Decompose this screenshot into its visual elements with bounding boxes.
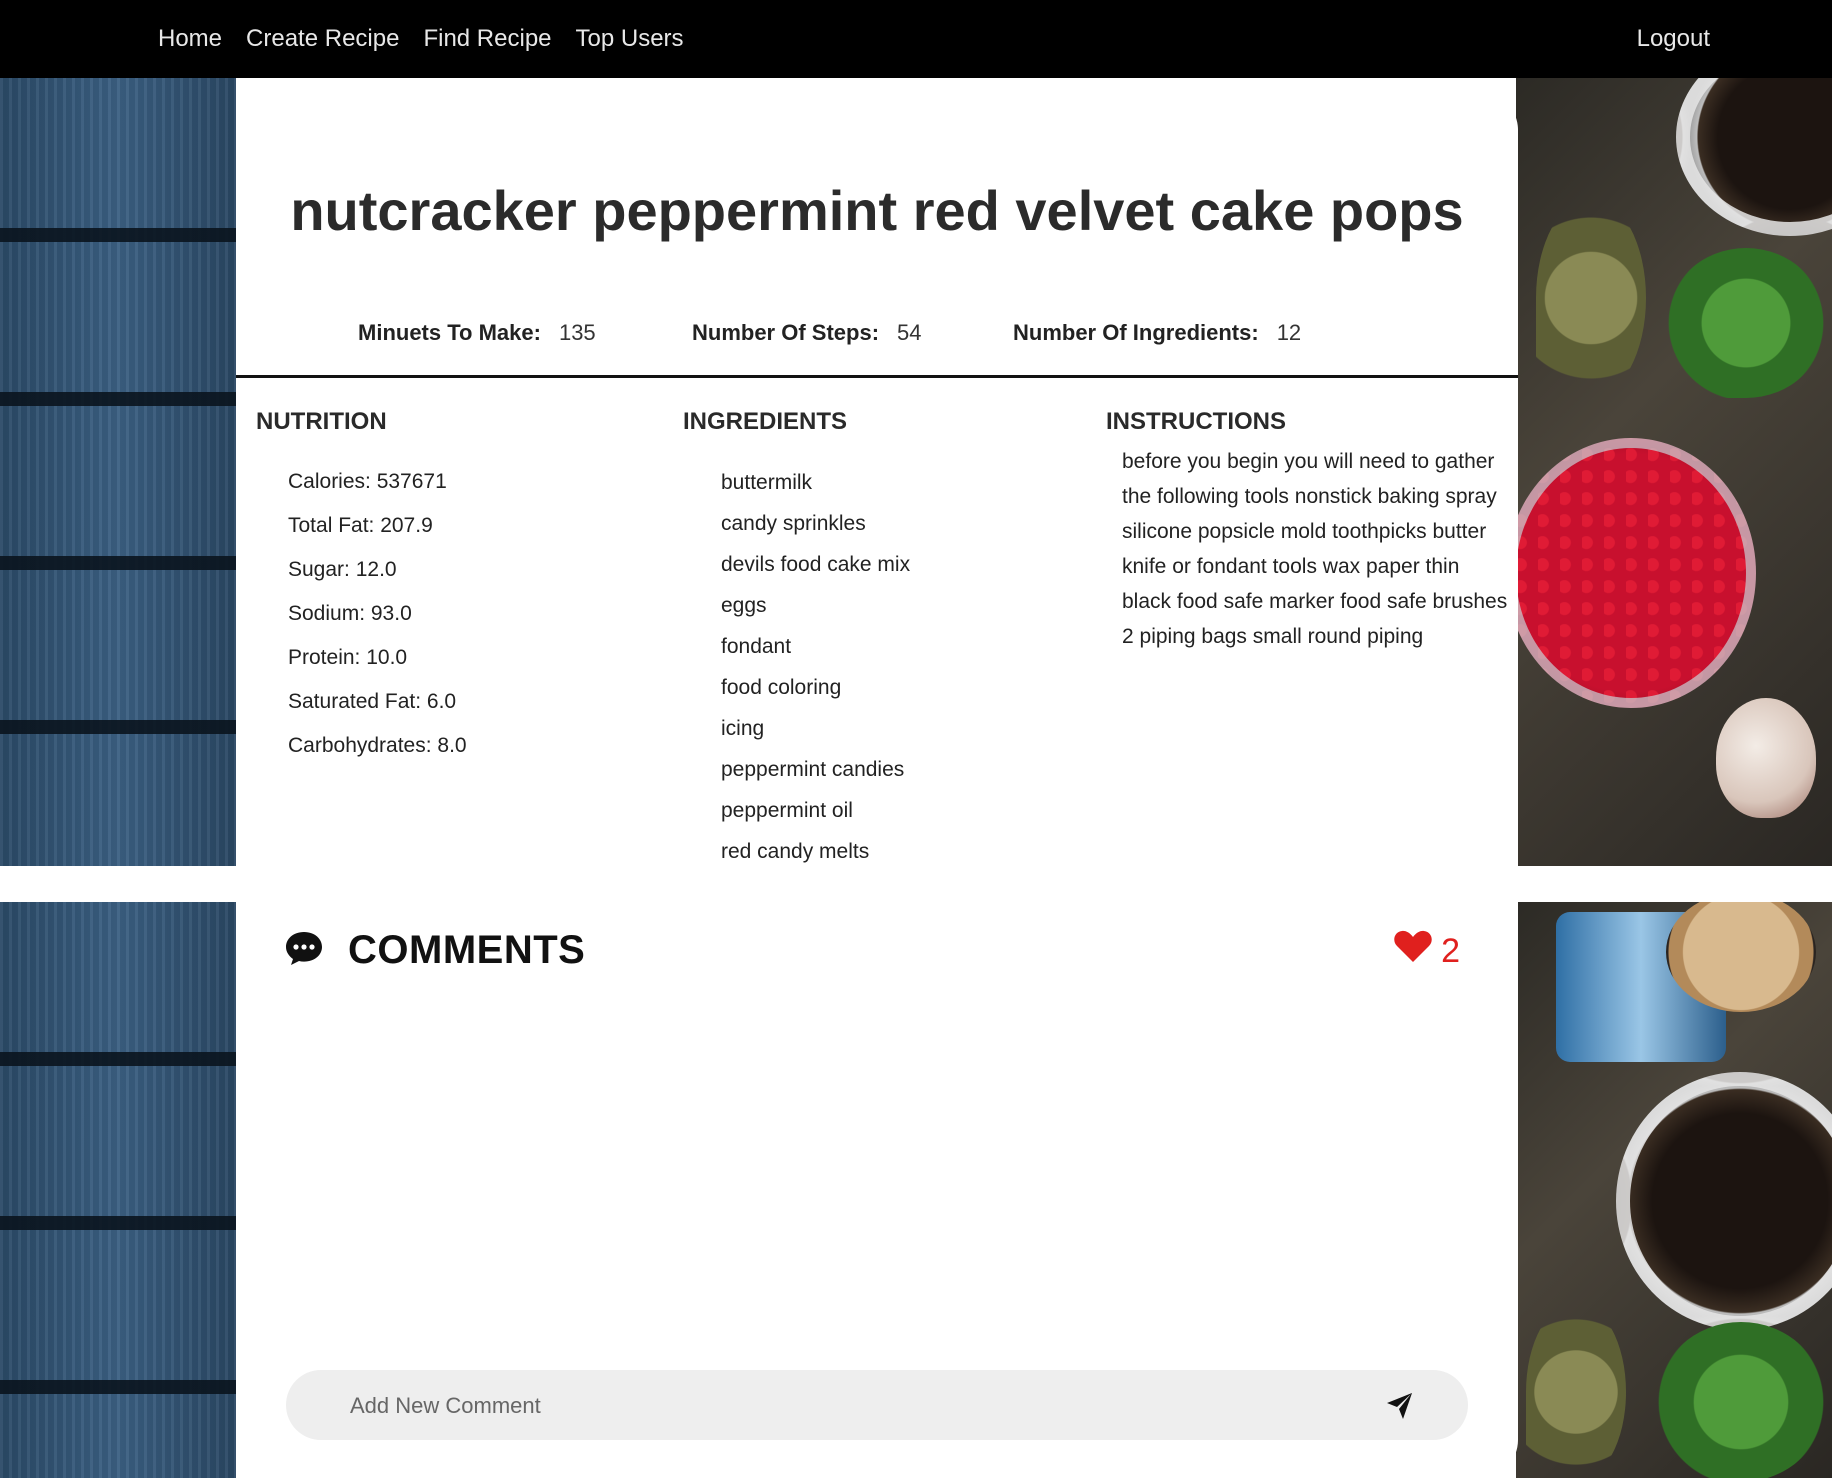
steps-stat: Number Of Steps: 54 xyxy=(692,320,922,346)
minutes-value: 135 xyxy=(558,320,596,345)
recipe-stats: Minuets To Make: 135 Number Of Steps: 54 N… xyxy=(236,320,1518,360)
food-background xyxy=(1516,902,1832,1478)
section-divider xyxy=(236,375,1518,378)
garlic-image xyxy=(1716,698,1816,818)
nutrition-item: Calories: 537671 xyxy=(288,470,447,493)
ingredient-item: devils food cake mix xyxy=(721,553,911,576)
wood-background xyxy=(0,902,236,1478)
comments-card: COMMENTS 2 xyxy=(236,902,1518,1478)
instructions-column: INSTRUCTIONS before you begin you will n… xyxy=(1106,408,1526,708)
logout-link[interactable]: Logout xyxy=(1637,25,1710,53)
ingredient-item: eggs xyxy=(721,594,767,617)
spice-bowl-image xyxy=(1666,902,1816,1012)
steps-value: 54 xyxy=(897,320,922,345)
nutrition-item: Sugar: 12.0 xyxy=(288,558,397,581)
navbar: Home Create Recipe Find Recipe Top Users… xyxy=(0,0,1832,78)
likes-count: 2 xyxy=(1441,932,1460,970)
nutrition-list: Calories: 537671 Total Fat: 207.9 Sugar:… xyxy=(288,460,467,768)
jar-image xyxy=(1676,78,1832,236)
chat-bubble-icon xyxy=(284,928,324,972)
steps-label: Number Of Steps: xyxy=(692,320,880,345)
ingredient-item: peppermint candies xyxy=(721,758,905,781)
nav-top-users-link[interactable]: Top Users xyxy=(576,25,684,53)
nav-create-recipe-link[interactable]: Create Recipe xyxy=(246,25,399,53)
nutrition-heading: NUTRITION xyxy=(256,408,387,435)
ingredient-item: buttermilk xyxy=(721,471,813,494)
ingredients-count-value: 12 xyxy=(1276,320,1302,345)
ingredients-heading: INGREDIENTS xyxy=(683,408,848,435)
instructions-heading: INSTRUCTIONS xyxy=(1106,408,1286,435)
nutrition-item: Total Fat: 207.9 xyxy=(288,514,433,537)
nutrition-item: Carbohydrates: 8.0 xyxy=(288,734,467,757)
ingredient-item: red candy melts xyxy=(721,840,870,863)
bay-leaf-image xyxy=(1526,1302,1626,1478)
nutrition-item: Sodium: 93.0 xyxy=(288,602,412,625)
heart-icon[interactable] xyxy=(1393,928,1433,968)
pepper-bowl-image xyxy=(1516,438,1756,708)
ingredients-list[interactable]: buttermilk candy sprinkles devils food c… xyxy=(721,462,910,866)
instructions-text: before you begin you will need to gather… xyxy=(1122,450,1508,648)
ingredients-count-stat: Number Of Ingredients: 12 xyxy=(1013,320,1301,346)
wood-background xyxy=(0,78,236,866)
food-background xyxy=(1516,78,1832,866)
comments-title: COMMENTS xyxy=(348,927,586,972)
nav-right: Logout xyxy=(1637,0,1710,78)
ingredient-item: fondant xyxy=(721,635,792,658)
bay-leaf-image xyxy=(1536,198,1646,398)
comment-bar xyxy=(286,1370,1468,1442)
nav-links: Home Create Recipe Find Recipe Top Users xyxy=(158,0,684,78)
nav-find-recipe-link[interactable]: Find Recipe xyxy=(423,25,551,53)
add-comment-input[interactable] xyxy=(348,1370,1352,1442)
herb-image xyxy=(1666,248,1826,398)
nutrition-item: Saturated Fat: 6.0 xyxy=(288,690,457,713)
jar-image xyxy=(1616,1072,1832,1330)
divider-strip xyxy=(0,866,1832,902)
ingredient-item: food coloring xyxy=(721,676,842,699)
nav-home-link[interactable]: Home xyxy=(158,25,222,53)
ingredients-count-label: Number Of Ingredients: xyxy=(1013,320,1259,345)
herb-image xyxy=(1656,1322,1826,1478)
nutrition-item: Protein: 10.0 xyxy=(288,646,408,669)
comments-header: COMMENTS xyxy=(284,922,585,978)
send-icon[interactable] xyxy=(1384,1390,1416,1422)
recipe-card: nutcracker peppermint red velvet cake po… xyxy=(236,92,1518,866)
nutrition-column: NUTRITION Calories: 537671 Total Fat: 20… xyxy=(256,408,636,848)
ingredients-column: INGREDIENTS buttermilk candy sprinkles d… xyxy=(683,408,1063,866)
minutes-stat: Minuets To Make: 135 xyxy=(358,320,596,346)
ingredient-item: peppermint oil xyxy=(721,799,853,822)
minutes-label: Minuets To Make: xyxy=(358,320,541,345)
likes-button[interactable]: 2 xyxy=(1393,924,1460,971)
ingredient-item: icing xyxy=(721,717,765,740)
recipe-title: nutcracker peppermint red velvet cake po… xyxy=(290,179,1464,242)
ingredient-item: candy sprinkles xyxy=(721,512,866,535)
